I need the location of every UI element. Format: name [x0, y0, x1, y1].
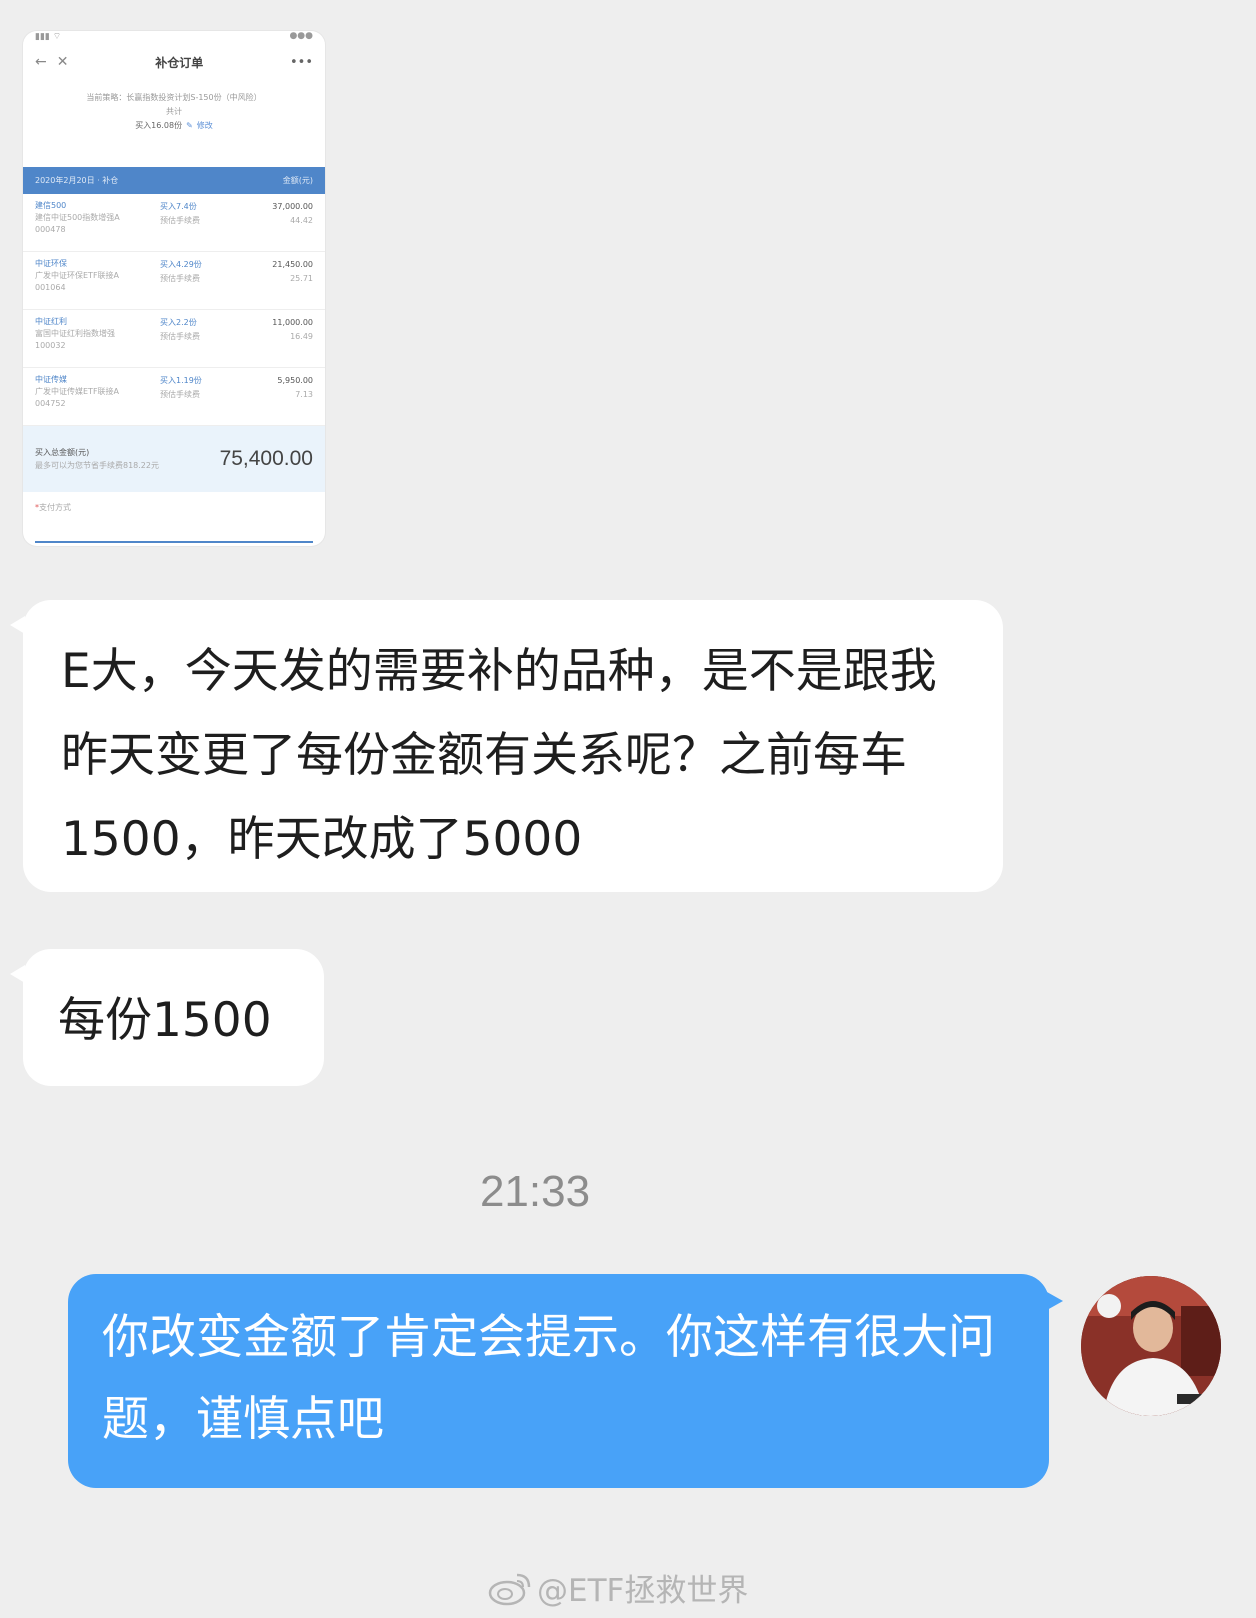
order-fee-label: 预估手续费 — [160, 332, 200, 341]
received-message-2[interactable]: 每份1500 — [10, 949, 324, 1086]
weibo-logo-icon — [488, 1573, 531, 1605]
order-fee-label: 预估手续费 — [160, 216, 200, 225]
back-arrow-icon: ← — [35, 54, 47, 70]
order-buy: 买入4.29份 — [160, 260, 202, 269]
total-amount: 75,400.00 — [219, 447, 313, 470]
plan-summary: 当前策略：长赢指数投资计划S-150份（中风险） 共计 买入16.08份 ✎ 修改 — [23, 77, 325, 167]
total-row: 买入总金额(元) 最多可以为您节省手续费818.22元 75,400.00 — [23, 426, 325, 492]
order-buy: 买入2.2份 — [160, 318, 197, 327]
order-amount: 11,000.00 — [272, 318, 313, 327]
order-name: 建信500 — [35, 201, 67, 210]
order-code: 100032 — [35, 341, 66, 350]
order-row: 中证环保广发中证环保ETF联接A 001064 买入4.29份 预估手续费 21,450… — [23, 252, 325, 310]
order-name: 中证传媒 — [35, 375, 67, 384]
order-fund: 富国中证红利指数增强 — [35, 329, 115, 338]
message-timestamp: 21:33 — [479, 1167, 591, 1216]
weibo-watermark: @ETF拯救世界 — [487, 1565, 748, 1610]
message-text: E大，今天发的需要补的品种，是不是跟我昨天变更了每份金额有关系呢？之前每车150… — [61, 644, 937, 867]
order-fee-label: 预估手续费 — [160, 274, 200, 283]
plan-sub: 共计 — [166, 107, 182, 116]
order-fee-label: 预估手续费 — [160, 390, 200, 399]
total-label: 买入总金额(元) — [35, 448, 90, 457]
pay-underline — [35, 541, 313, 543]
amount-header: 金额(元) — [282, 176, 313, 185]
order-list: 建信500 建信中证500指数增强A 000478 买入7.4份 预估手续费 37,000… — [23, 194, 325, 426]
order-row: 中证红利富国中证红利指数增强 100032 买入2.2份 预估手续费 11,000.00… — [23, 310, 325, 368]
buy-count: 买入16.08份 — [135, 121, 183, 130]
order-amount: 5,950.00 — [277, 376, 313, 385]
date-header-bar: 2020年2月20日 · 补仓 金额(元) — [23, 167, 325, 194]
order-fund: 建信中证500指数增强A — [35, 213, 120, 222]
order-row: 中证传媒广发中证传媒ETF联接A 004752 买入1.19份 预估手续费 5,950.… — [23, 368, 325, 426]
order-buy: 买入1.19份 — [160, 376, 202, 385]
order-buy: 买入7.4份 — [160, 202, 197, 211]
avatar[interactable] — [1081, 1276, 1221, 1416]
order-fee: 44.42 — [290, 216, 313, 225]
order-fee: 7.13 — [295, 390, 313, 399]
watermark-text: @ETF拯救世界 — [537, 1573, 749, 1609]
payment-method: *支付方式 — [35, 503, 71, 512]
close-icon: ✕ — [56, 54, 69, 70]
order-fund: 广发中证环保ETF联接A — [35, 271, 120, 280]
order-name: 中证环保 — [35, 259, 67, 268]
order-fund: 广发中证传媒ETF联接A — [35, 387, 120, 396]
screenshot-nav-bar: ← ✕ 补仓订单 ••• — [23, 47, 325, 77]
plan-label: 当前策略：长赢指数投资计划S-150份（中风险） — [86, 93, 262, 102]
screenshot-title: 补仓订单 — [155, 55, 204, 70]
shared-screenshot-image[interactable]: ▮▮▮ ⌔ ●●● ← ✕ 补仓订单 ••• 当前策略：长赢指数投资计划S-150份… — [23, 31, 325, 546]
order-code: 001064 — [35, 283, 66, 292]
total-sub: 最多可以为您节省手续费818.22元 — [35, 461, 159, 470]
more-icon: ••• — [289, 54, 313, 70]
pay-label: 支付方式 — [39, 503, 71, 512]
date-label: 2020年2月20日 · 补仓 — [35, 176, 119, 185]
sent-message[interactable]: 你改变金额了肯定会提示。你这样有很大问题，谨慎点吧 — [68, 1274, 1063, 1488]
message-text: 你改变金额了肯定会提示。你这样有很大问题，谨慎点吧 — [102, 1310, 995, 1447]
order-code: 000478 — [35, 225, 66, 234]
edit-icon: ✎ — [186, 121, 193, 130]
received-message-1[interactable]: E大，今天发的需要补的品种，是不是跟我昨天变更了每份金额有关系呢？之前每车150… — [10, 600, 1003, 892]
order-name: 中证红利 — [35, 317, 67, 326]
order-fee: 25.71 — [290, 274, 313, 283]
order-amount: 21,450.00 — [272, 260, 313, 269]
order-fee: 16.49 — [290, 332, 313, 341]
edit-label: 修改 — [196, 121, 213, 130]
order-row: 建信500 建信中证500指数增强A 000478 买入7.4份 预估手续费 37,000… — [23, 194, 325, 252]
message-text: 每份1500 — [58, 993, 272, 1048]
order-amount: 37,000.00 — [272, 202, 313, 211]
status-bar: ▮▮▮ ⌔ ●●● — [35, 31, 313, 42]
order-code: 004752 — [35, 399, 66, 408]
